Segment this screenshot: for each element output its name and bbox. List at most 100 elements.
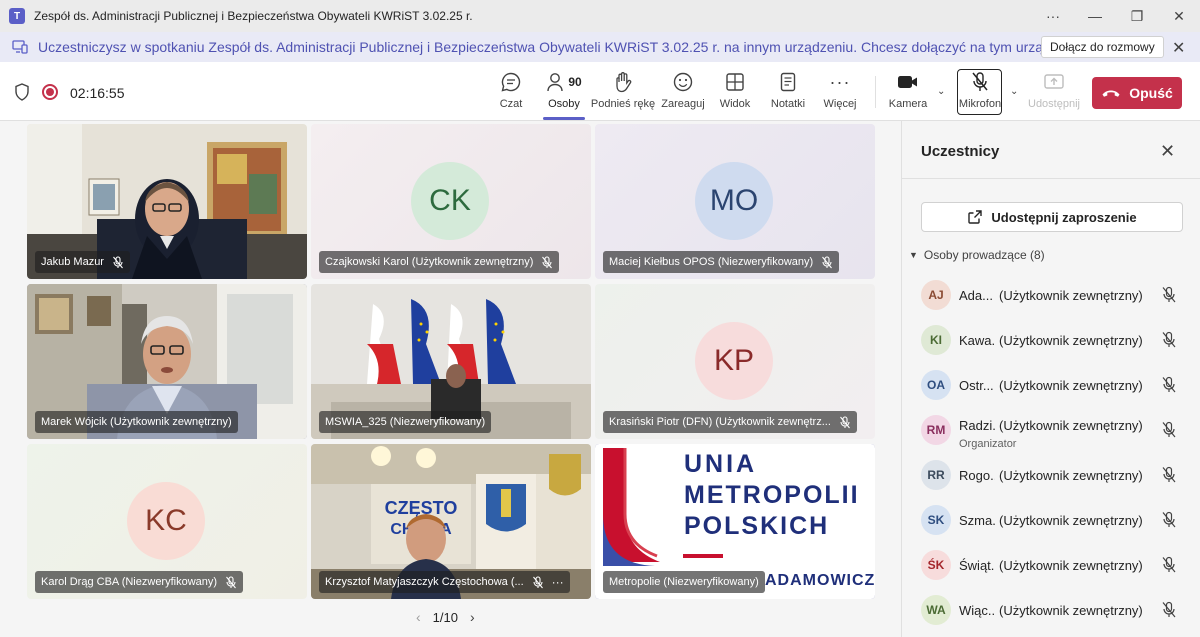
- participant-name: Ostr...: [959, 377, 994, 393]
- participant-name: Szma...: [959, 512, 995, 528]
- participant-row[interactable]: OA Ostr... (Użytkownik zewnętrzny): [921, 365, 1183, 405]
- participant-row[interactable]: RR Rogo... (Użytkownik zewnętrzny): [921, 455, 1183, 495]
- participant-row[interactable]: SK Szma... (Użytkownik zewnętrzny): [921, 500, 1183, 540]
- mic-muted-icon: [1162, 286, 1176, 303]
- video-tile[interactable]: CZĘSTO CHOWA Krzysztof Matyjaszczyk Częs…: [311, 444, 591, 599]
- participant-role: Organizator: [959, 438, 1017, 450]
- notes-icon: [780, 72, 796, 92]
- camera-options-chevron-icon[interactable]: ⌄: [937, 86, 945, 97]
- chat-label: Czat: [499, 98, 523, 110]
- chat-button[interactable]: Czat: [498, 70, 524, 116]
- participant-name: Ada...: [959, 287, 993, 303]
- avatar-tile[interactable]: KP Krasiński Piotr (DFN) (Użytkownik zew…: [595, 284, 875, 439]
- people-icon: [547, 73, 564, 92]
- mic-muted-icon: [532, 575, 543, 588]
- mic-muted-icon: [1162, 331, 1176, 348]
- avatar: WA: [921, 595, 951, 625]
- avatar-tile[interactable]: KC Karol Drąg CBA (Niezweryfikowany): [27, 444, 307, 599]
- view-button[interactable]: Widok: [719, 70, 751, 116]
- mic-muted-icon: [1162, 466, 1176, 483]
- participant-name-tag: Metropolie (Niezweryfikowany): [603, 571, 765, 593]
- more-label: Więcej: [823, 98, 857, 110]
- grid-view-icon: [726, 73, 744, 91]
- avatar: OA: [921, 370, 951, 400]
- react-button[interactable]: Zareaguj: [661, 70, 705, 116]
- avatar: RM: [921, 415, 951, 445]
- participant-name: Czajkowski Karol (Użytkownik zewnętrzny): [325, 256, 534, 268]
- hand-icon: [616, 72, 632, 93]
- notes-label: Notatki: [770, 98, 806, 110]
- raise-hand-label: Podnieś rękę: [590, 98, 656, 110]
- collapse-caret-icon: ▼: [909, 250, 918, 260]
- participant-name: Maciej Kiełbus OPOS (Niezweryfikowany): [609, 256, 814, 268]
- share-icon: [968, 210, 983, 224]
- close-window-icon[interactable]: ✕: [1158, 0, 1200, 32]
- video-stage: Jakub Mazur CK Czajkowski Karol (Użytkow…: [0, 121, 900, 637]
- participant-row[interactable]: ŚK Świąt... (Użytkownik zewnętrzny): [921, 545, 1183, 585]
- mic-options-chevron-icon[interactable]: ⌄: [1010, 86, 1018, 97]
- video-tile[interactable]: Jakub Mazur: [27, 124, 307, 279]
- mic-button[interactable]: Mikrofon: [959, 70, 1001, 116]
- avatar-tile[interactable]: MO Maciej Kiełbus OPOS (Niezweryfikowany…: [595, 124, 875, 279]
- banner-close-icon[interactable]: ✕: [1172, 38, 1185, 58]
- leave-label: Opuść: [1129, 85, 1173, 101]
- logo-line3: POLSKICH: [684, 512, 830, 540]
- video-tile-screen[interactable]: UNIA METROPOLII POLSKICH ADAMOWICZA Metr…: [595, 444, 875, 599]
- participant-type: (Użytkownik zewnętrzny): [999, 377, 1143, 393]
- minimize-icon[interactable]: —: [1074, 0, 1116, 32]
- participant-name-tag: Jakub Mazur: [35, 251, 130, 273]
- avatar: KP: [695, 322, 773, 400]
- mic-muted-icon: [1162, 421, 1176, 438]
- more-button[interactable]: ··· Więcej: [823, 70, 857, 116]
- avatar-tile[interactable]: CK Czajkowski Karol (Użytkownik zewnętrz…: [311, 124, 591, 279]
- participant-row[interactable]: AJ Ada... (Użytkownik zewnętrzny): [921, 275, 1183, 315]
- participant-name: Rogo...: [959, 467, 995, 483]
- participant-name-tag: Marek Wójcik (Użytkownik zewnętrzny): [35, 411, 238, 433]
- shield-icon[interactable]: [14, 83, 30, 101]
- people-button[interactable]: 90 Osoby: [543, 70, 585, 120]
- video-tile-speaking[interactable]: Marek Wójcik (Użytkownik zewnętrzny): [27, 284, 307, 439]
- share-invite-label: Udostępnij zaproszenie: [991, 209, 1137, 225]
- participant-type: (Użytkownik zewnętrzny): [999, 602, 1143, 618]
- panel-title: Uczestnicy: [921, 143, 1000, 160]
- banner-message: Uczestniczysz w spotkaniu Zespół ds. Adm…: [38, 39, 1093, 55]
- mic-muted-icon: [1162, 376, 1176, 393]
- meeting-timer: 02:16:55: [70, 85, 125, 101]
- participant-row[interactable]: RM Radzi... (Użytkownik zewnętrzny) Orga…: [921, 410, 1183, 450]
- leave-button[interactable]: Opuść: [1092, 77, 1182, 109]
- more-options-icon[interactable]: ···: [552, 575, 564, 589]
- section-label: Osoby prowadzące (8): [923, 248, 1045, 262]
- logo-line1: UNIA: [684, 450, 758, 478]
- page-indicator: 1/10: [432, 609, 458, 625]
- avatar: ŚK: [921, 550, 951, 580]
- share-invite-button[interactable]: Udostępnij zaproszenie: [921, 202, 1183, 232]
- participant-type: (Użytkownik zewnętrzny): [999, 557, 1143, 573]
- camera-button[interactable]: Kamera: [888, 70, 928, 116]
- raise-hand-button[interactable]: Podnieś rękę: [590, 70, 656, 116]
- recording-indicator-icon: [42, 84, 58, 100]
- participant-row[interactable]: WA Wiąc... (Użytkownik zewnętrzny): [921, 590, 1183, 630]
- panel-close-icon[interactable]: ✕: [1160, 141, 1175, 162]
- mic-muted-icon: [1162, 511, 1176, 528]
- notes-button[interactable]: Notatki: [770, 70, 806, 116]
- mic-muted-icon: [113, 255, 123, 268]
- title-bar: T Zespół ds. Administracji Publicznej i …: [0, 0, 1200, 32]
- next-page-icon[interactable]: ›: [470, 609, 475, 625]
- join-call-button[interactable]: Dołącz do rozmowy: [1041, 36, 1164, 58]
- participant-name-tag: Karol Drąg CBA (Niezweryfikowany): [35, 571, 244, 593]
- more-options-icon[interactable]: ···: [1032, 0, 1074, 32]
- toolbar-separator: [875, 76, 876, 108]
- window-title: Zespół ds. Administracji Publicznej i Be…: [34, 9, 473, 23]
- devices-icon: [12, 40, 28, 54]
- previous-page-icon[interactable]: ‹: [416, 609, 421, 625]
- camera-label: Kamera: [888, 98, 928, 110]
- participant-row[interactable]: KI Kawa... (Użytkownik zewnętrzny): [921, 320, 1183, 360]
- hang-up-icon: [1102, 90, 1120, 97]
- share-button[interactable]: Udostępnij: [1028, 70, 1080, 116]
- more-dots-icon: ···: [829, 71, 851, 92]
- maximize-icon[interactable]: ❐: [1116, 0, 1158, 32]
- presenters-section-header[interactable]: ▼ Osoby prowadzące (8): [909, 248, 1045, 262]
- logo-bottom-text: ADAMOWICZA: [765, 572, 875, 589]
- mic-muted-icon: [822, 255, 833, 268]
- video-tile[interactable]: MSWIA_325 (Niezweryfikowany): [311, 284, 591, 439]
